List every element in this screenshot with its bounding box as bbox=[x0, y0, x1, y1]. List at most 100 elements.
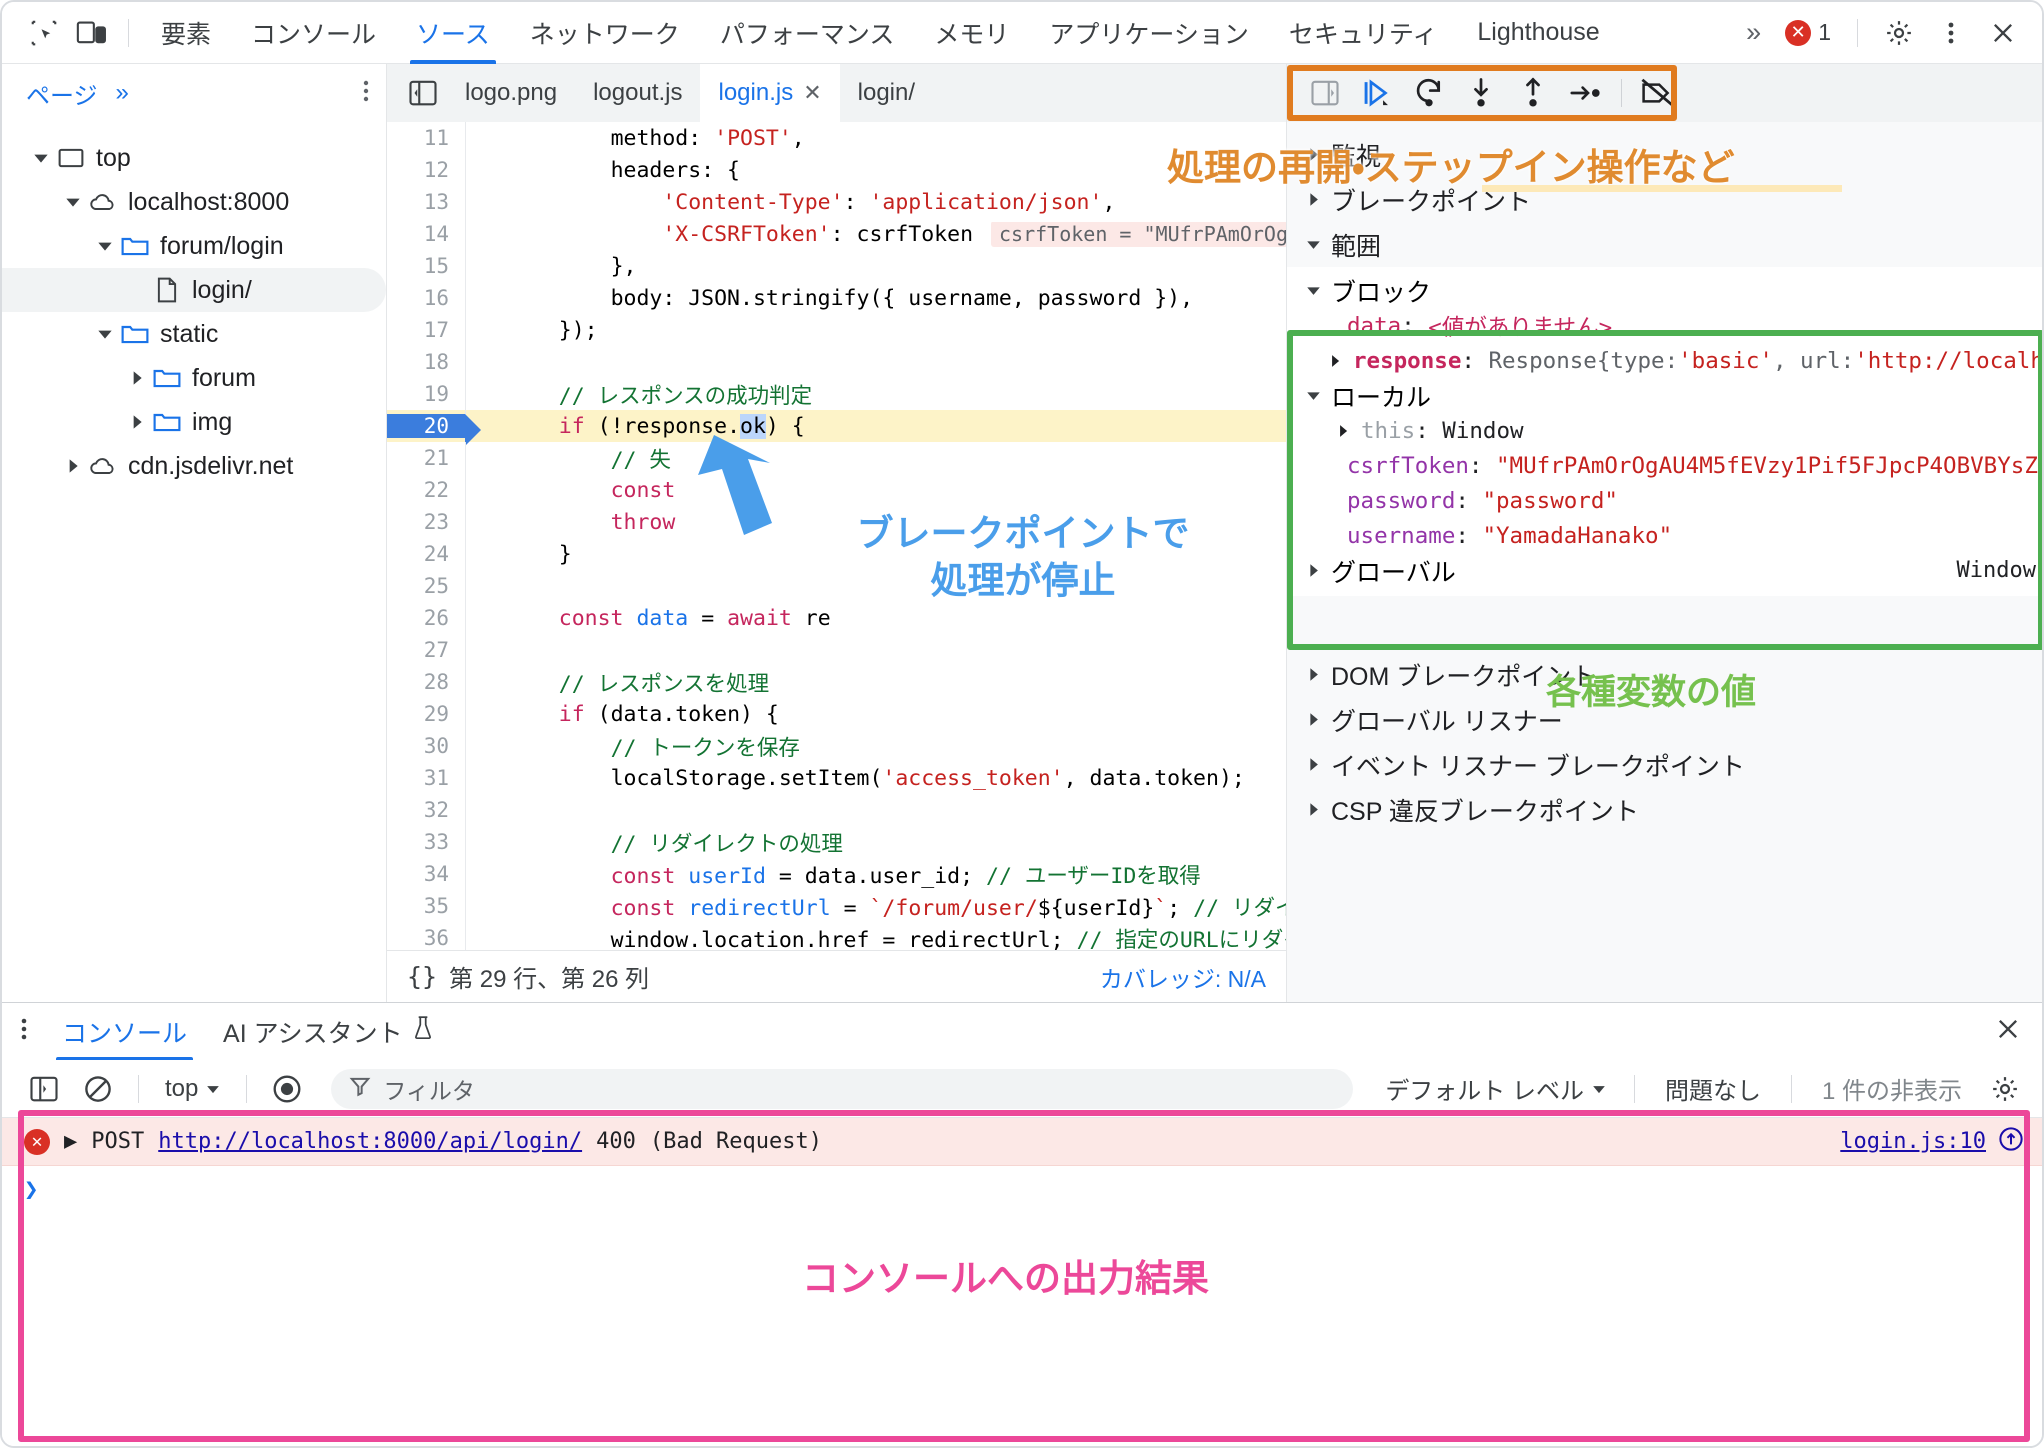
scope-group-local[interactable]: ローカル bbox=[1287, 378, 2042, 413]
line-number[interactable]: 25 bbox=[387, 574, 465, 598]
step-over-icon[interactable] bbox=[1405, 70, 1453, 116]
code-line[interactable]: 12 headers: { bbox=[387, 154, 1286, 186]
line-number[interactable]: 34 bbox=[387, 862, 465, 886]
code-line[interactable]: 16 body: JSON.stringify({ username, pass… bbox=[387, 282, 1286, 314]
code-line[interactable]: 28 // レスポンスを処理 bbox=[387, 666, 1286, 698]
more-panels-chevron-icon[interactable]: » bbox=[1736, 17, 1771, 48]
chevron-down-icon[interactable] bbox=[92, 233, 118, 259]
code-line[interactable]: 15 }, bbox=[387, 250, 1286, 282]
console-messages[interactable]: ✕ ▶ POST http://localhost:8000/api/login… bbox=[2, 1118, 2042, 1446]
code-line[interactable]: 31 localStorage.setItem('access_token', … bbox=[387, 762, 1286, 794]
editor-tab-login-js[interactable]: login.js ✕ bbox=[700, 64, 840, 122]
gear-icon[interactable] bbox=[1876, 10, 1922, 56]
tree-item-static[interactable]: static bbox=[2, 312, 386, 356]
tab-application[interactable]: アプリケーション bbox=[1029, 2, 1269, 64]
code-line[interactable]: 24 } bbox=[387, 538, 1286, 570]
code-line[interactable]: 32 bbox=[387, 794, 1286, 826]
line-number[interactable]: 35 bbox=[387, 894, 465, 918]
step-out-icon[interactable] bbox=[1509, 70, 1557, 116]
deactivate-breakpoints-icon[interactable] bbox=[1634, 70, 1682, 116]
navigator-tab-page[interactable]: ページ bbox=[18, 76, 106, 111]
close-icon[interactable] bbox=[1994, 1015, 2042, 1048]
section-watch[interactable]: 監視 bbox=[1287, 132, 2042, 177]
chevron-right-icon[interactable] bbox=[1301, 667, 1325, 682]
pretty-print-icon[interactable]: {} bbox=[407, 962, 437, 991]
line-number[interactable]: 22 bbox=[387, 478, 465, 502]
chevron-down-icon[interactable] bbox=[60, 189, 86, 215]
live-expression-icon[interactable] bbox=[263, 1067, 311, 1111]
inspect-icon[interactable] bbox=[20, 11, 68, 55]
scope-var-password[interactable]: password : "password" bbox=[1287, 483, 2042, 518]
tab-console[interactable]: コンソール bbox=[231, 2, 396, 64]
code-line[interactable]: 29 if (data.token) { bbox=[387, 698, 1286, 730]
chevron-right-icon[interactable] bbox=[1301, 712, 1325, 727]
device-toolbar-icon[interactable] bbox=[68, 11, 116, 55]
console-input-prompt[interactable]: ❯ bbox=[2, 1166, 2042, 1212]
tab-memory[interactable]: メモリ bbox=[914, 2, 1029, 64]
scope-var-this[interactable]: this : Window bbox=[1287, 413, 2042, 448]
line-number[interactable]: 32 bbox=[387, 798, 465, 822]
code-line[interactable]: 13 'Content-Type': 'application/json', bbox=[387, 186, 1286, 218]
tab-lighthouse[interactable]: Lighthouse bbox=[1457, 2, 1619, 64]
chevron-right-icon[interactable] bbox=[1331, 424, 1355, 438]
line-number[interactable]: 20 bbox=[387, 414, 481, 446]
chevron-down-icon[interactable] bbox=[1301, 283, 1325, 298]
line-number[interactable]: 15 bbox=[387, 254, 465, 278]
tree-item-localhost[interactable]: localhost:8000 bbox=[2, 180, 386, 224]
step-icon[interactable] bbox=[1561, 70, 1609, 116]
line-number[interactable]: 12 bbox=[387, 158, 465, 182]
scope-var-csrftoken[interactable]: csrfToken : "MUfrPAmOrOgAU4M5fEVzy1Pif5F… bbox=[1287, 448, 2042, 483]
tab-elements[interactable]: 要素 bbox=[141, 2, 231, 64]
expand-arrow-icon[interactable]: ▶ bbox=[64, 1129, 77, 1154]
code-line[interactable]: 27 bbox=[387, 634, 1286, 666]
chevron-down-icon[interactable] bbox=[1301, 388, 1325, 403]
line-number[interactable]: 16 bbox=[387, 286, 465, 310]
code-line[interactable]: 22 const bbox=[387, 474, 1286, 506]
chevron-right-icon[interactable] bbox=[1323, 354, 1347, 368]
editor-tab-logout-js[interactable]: logout.js bbox=[575, 64, 700, 122]
navigator-file-tree[interactable]: top localhost:8000 forum/login login/ st… bbox=[2, 122, 387, 1002]
code-line[interactable]: 26 const data = await re bbox=[387, 602, 1286, 634]
chevron-right-icon[interactable] bbox=[124, 365, 150, 391]
code-line[interactable]: 35 const redirectUrl = `/forum/user/${us… bbox=[387, 890, 1286, 922]
tab-network[interactable]: ネットワーク bbox=[510, 2, 700, 64]
drawer-tab-ai-assistant[interactable]: AI アシスタント bbox=[205, 1003, 451, 1061]
console-sidebar-icon[interactable] bbox=[20, 1067, 68, 1111]
close-icon[interactable]: ✕ bbox=[803, 80, 821, 106]
console-context-selector[interactable]: top bbox=[155, 1075, 230, 1103]
tree-item-cdn-jsdelivr[interactable]: cdn.jsdelivr.net bbox=[2, 444, 386, 488]
gear-icon[interactable] bbox=[1982, 1066, 2028, 1112]
line-number[interactable]: 24 bbox=[387, 542, 465, 566]
tree-item-login-doc[interactable]: login/ bbox=[2, 268, 386, 312]
chevron-right-icon[interactable] bbox=[1301, 147, 1325, 162]
code-line[interactable]: 18 bbox=[387, 346, 1286, 378]
network-request-icon[interactable] bbox=[1998, 1126, 2024, 1158]
section-dom-breakpoints[interactable]: DOM ブレークポイント bbox=[1287, 652, 2042, 697]
navigator-more-chevron-icon[interactable]: » bbox=[106, 79, 139, 107]
clear-console-icon[interactable] bbox=[74, 1067, 122, 1111]
line-number[interactable]: 18 bbox=[387, 350, 465, 374]
code-line[interactable]: 11 method: 'POST', bbox=[387, 122, 1286, 154]
tab-sources[interactable]: ソース bbox=[396, 2, 510, 64]
chevron-right-icon[interactable] bbox=[60, 453, 86, 479]
line-number[interactable]: 23 bbox=[387, 510, 465, 534]
scope-group-global[interactable]: グローバル Window bbox=[1287, 553, 2042, 588]
error-source-link[interactable]: login.js:10 bbox=[1840, 1126, 2024, 1158]
code-line[interactable]: 33 // リダイレクトの処理 bbox=[387, 826, 1286, 858]
line-number[interactable]: 13 bbox=[387, 190, 465, 214]
line-number[interactable]: 29 bbox=[387, 702, 465, 726]
section-csp-violation-breakpoints[interactable]: CSP 違反ブレークポイント bbox=[1287, 787, 2042, 832]
line-number[interactable]: 30 bbox=[387, 734, 465, 758]
console-issues-label[interactable]: 問題なし bbox=[1651, 1071, 1775, 1106]
code-line[interactable]: 14 'X-CSRFToken': csrfToken csrfToken = "… bbox=[387, 218, 1286, 250]
tree-item-top[interactable]: top bbox=[2, 136, 386, 180]
line-number[interactable]: 27 bbox=[387, 638, 465, 662]
line-number[interactable]: 36 bbox=[387, 926, 465, 950]
line-number[interactable]: 26 bbox=[387, 606, 465, 630]
tree-item-forum-login[interactable]: forum/login bbox=[2, 224, 386, 268]
code-line[interactable]: 25 bbox=[387, 570, 1286, 602]
code-line[interactable]: 30 // トークンを保存 bbox=[387, 730, 1286, 762]
chevron-right-icon[interactable] bbox=[124, 409, 150, 435]
coverage-label[interactable]: カバレッジ: N/A bbox=[1100, 960, 1266, 994]
console-level-selector[interactable]: デフォルト レベル bbox=[1373, 1071, 1618, 1106]
